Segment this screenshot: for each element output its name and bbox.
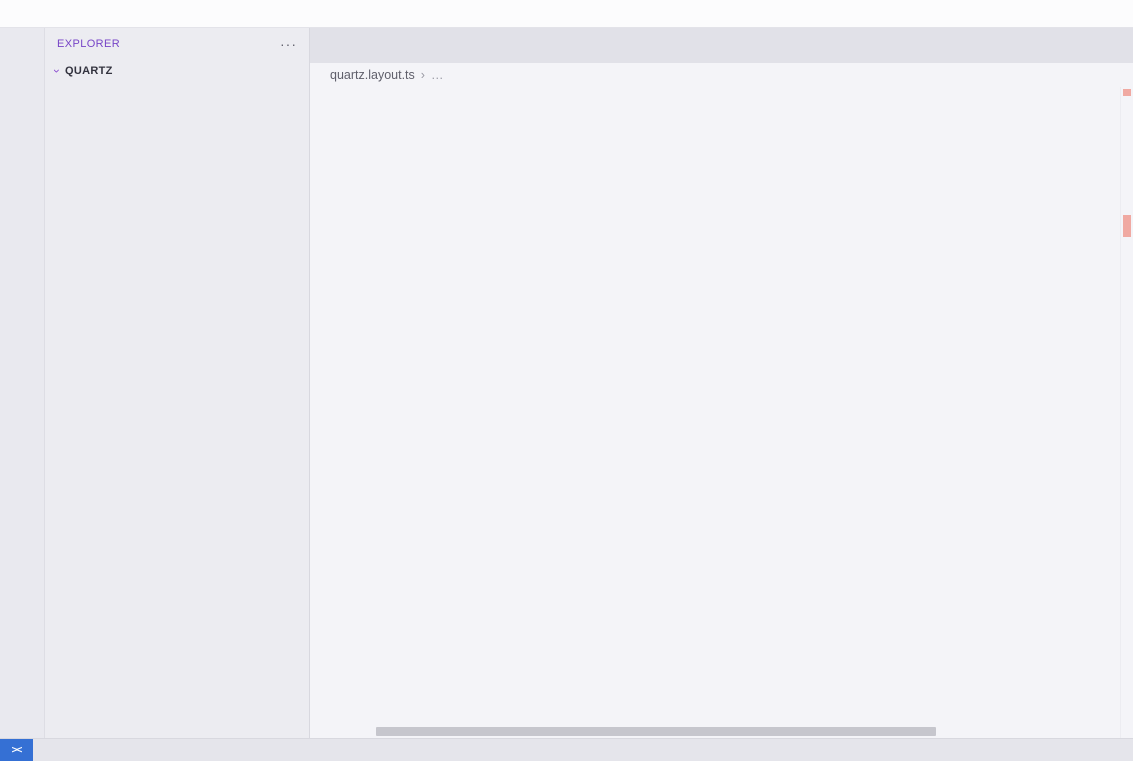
breadcrumb-separator: › bbox=[421, 68, 425, 82]
horizontal-scrollbar[interactable] bbox=[376, 727, 936, 736]
project-section-header[interactable]: › QUARTZ bbox=[45, 60, 309, 82]
chevron-down-icon: › bbox=[50, 63, 64, 79]
explorer-sidebar: EXPLORER ··· › QUARTZ bbox=[45, 28, 310, 738]
project-name: QUARTZ bbox=[65, 65, 113, 77]
code-editor[interactable] bbox=[310, 87, 1133, 738]
overview-ruler-mark bbox=[1123, 89, 1131, 96]
overview-ruler[interactable] bbox=[1120, 87, 1133, 738]
editor-group: quartz.layout.ts › … bbox=[310, 28, 1133, 738]
sidebar-more-button[interactable]: ··· bbox=[280, 36, 297, 52]
activity-bar bbox=[0, 28, 45, 738]
tab-bar bbox=[310, 28, 1133, 63]
breadcrumb[interactable]: quartz.layout.ts › … bbox=[310, 63, 1133, 87]
remote-indicator[interactable]: >< bbox=[0, 739, 33, 761]
sidebar-title: EXPLORER bbox=[57, 38, 120, 50]
breadcrumb-more: … bbox=[431, 68, 444, 82]
menu-bar bbox=[0, 0, 1133, 28]
breadcrumb-file: quartz.layout.ts bbox=[330, 68, 415, 82]
status-bar: >< bbox=[0, 738, 1133, 761]
minimap[interactable] bbox=[1030, 89, 1120, 509]
overview-ruler-mark bbox=[1123, 215, 1131, 237]
file-tree bbox=[45, 82, 309, 736]
vscode-window: EXPLORER ··· › QUARTZ quartz.layout.ts ›… bbox=[0, 0, 1133, 761]
